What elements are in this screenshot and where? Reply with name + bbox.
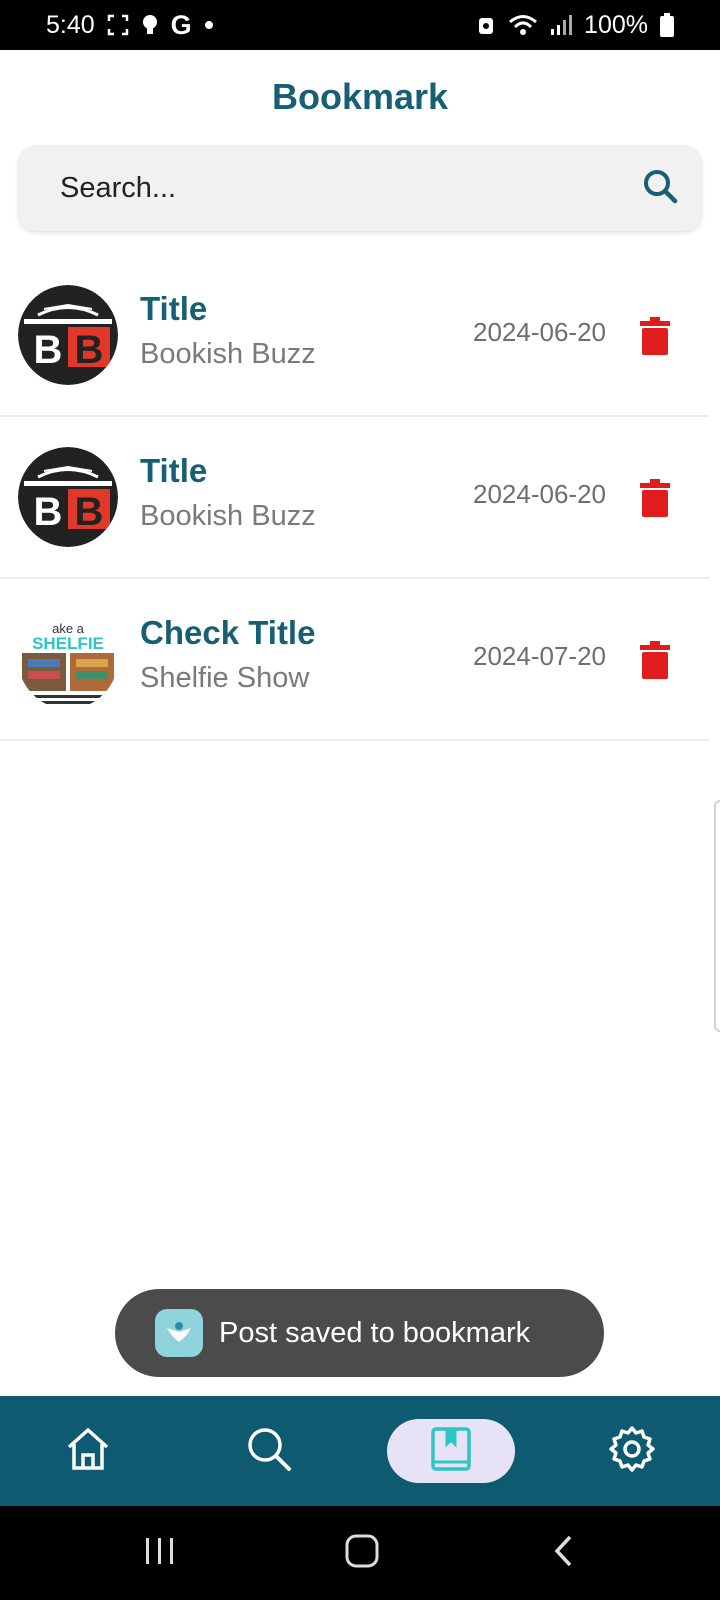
svg-text:B: B: [34, 490, 63, 534]
status-bar: 5:40 G 100%: [0, 0, 720, 50]
home-circle-icon: [344, 1533, 380, 1574]
status-left: 5:40 G: [46, 10, 214, 41]
app-icon: [155, 1309, 203, 1357]
signal-icon: [550, 14, 573, 36]
lightbulb-icon: [141, 13, 159, 37]
delete-icon[interactable]: [640, 641, 676, 681]
item-source: Bookish Buzz: [140, 500, 316, 532]
delete-icon[interactable]: [640, 479, 676, 519]
search-icon[interactable]: [640, 166, 680, 211]
battery-percent: 100%: [584, 10, 648, 39]
bookish-buzz-logo: B B: [18, 447, 118, 547]
page-title: Bookmark: [271, 76, 449, 117]
home-button[interactable]: [322, 1528, 402, 1578]
search-input[interactable]: [58, 170, 640, 206]
status-time: 5:40: [46, 10, 95, 39]
item-title: Check Title: [140, 614, 316, 651]
item-title: Title: [140, 452, 208, 489]
settings-icon: [607, 1424, 657, 1479]
svg-text:B: B: [34, 328, 63, 372]
nav-search[interactable]: [209, 1396, 329, 1506]
scrollbar[interactable]: [714, 800, 720, 1032]
list-item[interactable]: B B Title Bookish Buzz 2024-06-20: [0, 417, 710, 579]
list-item[interactable]: B B Title Bookish Buzz 2024-06-20: [0, 255, 710, 417]
search-bar: [18, 145, 702, 231]
home-icon: [64, 1425, 112, 1478]
recents-icon: [143, 1536, 177, 1571]
nav-bookmark[interactable]: [391, 1396, 511, 1506]
bottom-nav: [0, 1396, 720, 1506]
dot-icon: [204, 20, 214, 30]
list-item[interactable]: ake a SHELFIE Check Title Shelfie Show 2…: [0, 579, 710, 741]
item-title: Title: [140, 290, 208, 327]
item-date: 2024-07-20: [473, 641, 606, 671]
item-source: Shelfie Show: [140, 662, 310, 694]
bookish-buzz-logo: B B: [18, 285, 118, 385]
shelfie-show-logo: ake a SHELFIE: [18, 609, 118, 709]
recents-button[interactable]: [120, 1528, 200, 1578]
svg-text:B: B: [75, 328, 104, 372]
item-date: 2024-06-20: [473, 479, 606, 509]
bookmark-icon: [430, 1426, 472, 1477]
delete-icon[interactable]: [640, 317, 676, 357]
screenshot-icon: [107, 14, 129, 36]
notification-icon: [476, 13, 496, 37]
svg-text:B: B: [75, 490, 104, 534]
battery-icon: [660, 13, 674, 37]
item-source: Bookish Buzz: [140, 338, 316, 370]
toast-message: Post saved to bookmark: [219, 1316, 531, 1349]
back-icon: [552, 1534, 576, 1573]
google-icon: G: [170, 9, 192, 40]
search-icon: [244, 1424, 294, 1479]
toast: Post saved to bookmark: [115, 1289, 604, 1377]
nav-home[interactable]: [28, 1396, 148, 1506]
system-nav-bar: [0, 1506, 720, 1600]
nav-settings[interactable]: [572, 1396, 692, 1506]
status-right: 100%: [476, 11, 674, 40]
back-button[interactable]: [524, 1528, 604, 1578]
item-date: 2024-06-20: [473, 317, 606, 347]
wifi-icon: [508, 13, 538, 37]
svg-text:SHELFIE: SHELFIE: [32, 634, 104, 653]
